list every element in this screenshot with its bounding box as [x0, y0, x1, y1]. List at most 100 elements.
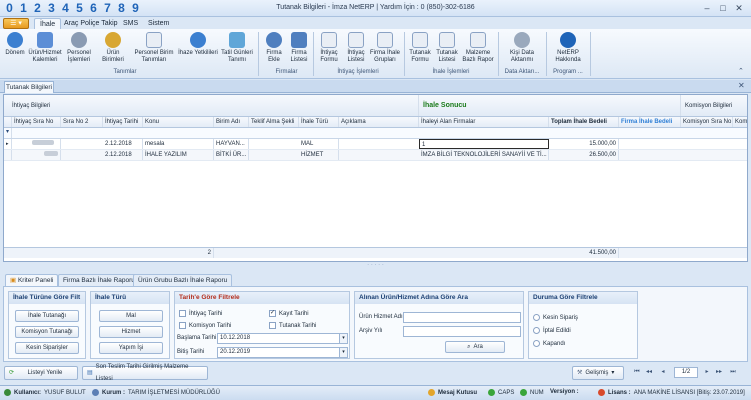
firm-add-icon: [266, 32, 282, 48]
ihtiyac-listesi-button[interactable]: İhtiyaç Listesi: [343, 32, 369, 64]
personel-islemleri-button[interactable]: Personel İşlemleri: [64, 32, 94, 64]
col-ihale-turu[interactable]: İhale Türü: [299, 117, 339, 127]
ara-button[interactable]: ⌕ Ara: [445, 341, 505, 353]
ihale-yetkilileri-button[interactable]: İhaze Yetkilileri: [178, 32, 218, 57]
close-icon[interactable]: ✕: [732, 2, 746, 14]
yapim-isi-button[interactable]: Yapım İşi: [99, 342, 163, 354]
tutanak-tarihi-checkbox[interactable]: Tutanak Tarihi: [269, 322, 316, 329]
minimize-icon[interactable]: –: [700, 2, 714, 14]
malzeme-rapor-button[interactable]: Malzeme Bazlı Rapor: [461, 32, 495, 64]
table-row[interactable]: 2.12.2018 İHALE YAZILIM BİTKİ ÜR... HİZM…: [4, 150, 747, 161]
dropdown-arrow-icon[interactable]: ▾: [339, 348, 347, 357]
listeyi-yenile-button[interactable]: ⟳ Listeyi Yenile: [4, 366, 78, 380]
tutanak-listesi-button[interactable]: Tutanak Listesi: [434, 32, 460, 64]
app-menu-button[interactable]: ☰ ▾: [3, 18, 29, 29]
iptal-edildi-radio[interactable]: İptal Edildi: [533, 327, 571, 334]
tatil-gunleri-button[interactable]: Tatil Günleri Tanımı: [220, 32, 254, 64]
tutanak-formu-button[interactable]: Tutanak Formu: [407, 32, 433, 64]
col-teklif-alma[interactable]: Teklif Alma Şekli: [249, 117, 299, 127]
komisyon-tarihi-checkbox[interactable]: Komisyon Tarihi: [179, 322, 231, 329]
hizmet-button[interactable]: Hizmet: [99, 326, 163, 338]
arsiv-yili-input[interactable]: [403, 326, 521, 337]
kesin-siparisler-button[interactable]: Kesin Siparişler: [15, 342, 79, 354]
dropdown-arrow-icon[interactable]: ▾: [339, 334, 347, 343]
first-page-icon[interactable]: ⏮: [632, 367, 642, 378]
radio-circle: [533, 327, 540, 334]
col-birim-adi[interactable]: Birim Adı: [214, 117, 249, 127]
col-ihtiyac-tarihi[interactable]: İhtiyaç Tarihi: [103, 117, 143, 127]
ribbon-collapse-icon[interactable]: ⌃: [738, 67, 744, 75]
grid-filter-row[interactable]: ▾: [4, 128, 747, 139]
tab-sistem[interactable]: Sistem: [143, 18, 174, 29]
prev-page-icon[interactable]: ◂: [658, 367, 668, 378]
filter-icon[interactable]: ▾: [4, 128, 12, 138]
mesaj-kutusu[interactable]: Mesaj Kutusu: [428, 389, 477, 396]
lisans: Lisans : ANA MAKİNE LİSANSI [Bitiş: 23.07…: [598, 389, 745, 396]
tab-urun-grubu[interactable]: Ürün Grubu Bazlı İhale Raporu: [133, 274, 233, 286]
col-firma-bedel[interactable]: Firma İhale Bedeli: [619, 117, 681, 127]
splitter-handle[interactable]: · · · · ·: [3, 262, 748, 269]
table-row[interactable]: ▸ 2.12.2018 mesala HAYVAN... MAL 1 15.00…: [4, 139, 747, 150]
kapandi-radio[interactable]: Kapandı: [533, 340, 565, 347]
durum-filter-box: Duruma Göre Filtrele Kesin Sipariş İptal…: [528, 291, 638, 359]
durum-filter-title: Duruma Göre Filtrele: [529, 292, 637, 304]
col-toplam-bedel[interactable]: Toplam İhale Bedeli: [549, 117, 619, 127]
cell-firma-editor[interactable]: 1: [419, 139, 549, 149]
tarih-filter-box: Tarih'e Göre Filtrele İhtiyaç Tarihi ✓ Ka…: [174, 291, 350, 359]
next-page-icon[interactable]: ▸: [702, 367, 712, 378]
ihale-tutanagi-button[interactable]: İhale Tutanağı: [15, 310, 79, 322]
col-komisyon-more[interactable]: Komi: [733, 117, 747, 127]
son-teslim-button[interactable]: ▤ Son Teslim Tarihi Girilmiş Malzeme List…: [82, 364, 208, 382]
kesin-siparis-radio[interactable]: Kesin Sipariş: [533, 314, 578, 321]
page-indicator[interactable]: 1/2: [674, 367, 698, 378]
close-document-icon[interactable]: ✕: [738, 81, 745, 90]
cell-date: 2.12.2018: [103, 150, 143, 160]
grid-footer-row: 2 41.500,00: [4, 247, 747, 258]
tab-firma-bazli[interactable]: Firma Bazlı İhale Raporu: [58, 274, 140, 286]
tab-sms[interactable]: SMS: [118, 18, 143, 29]
col-sira-no-2[interactable]: Sıra No 2: [61, 117, 103, 127]
col-aciklama[interactable]: Açıklama: [339, 117, 419, 127]
arsiv-yili-label: Arşiv Yılı: [359, 328, 383, 334]
firma-ekle-button[interactable]: Firma Ekle: [262, 32, 286, 64]
grid-header-row: İhtiyaç Sıra No Sıra No 2 İhtiyaç Tarihi…: [4, 117, 747, 128]
gelismis-button[interactable]: ⚒ Gelişmiş ▾: [572, 366, 624, 380]
col-komisyon-sira[interactable]: Komisyon Sıra No: [681, 117, 733, 127]
col-ihaleyi-alan[interactable]: İhaleyi Alan Firmalar: [419, 117, 549, 127]
urun-birimleri-button[interactable]: Ürün Birimleri: [96, 32, 130, 64]
kisi-data-button[interactable]: Kişi Data Aktarımı: [502, 32, 542, 64]
urun-search-box: Alınan Ürün/Hizmet Adına Göre Ara Ürün H…: [354, 291, 524, 359]
col-ihtiyac-sira-no[interactable]: İhtiyaç Sıra No: [12, 117, 61, 127]
tab-ihale[interactable]: İhale: [34, 18, 62, 29]
col-konu[interactable]: Konu: [143, 117, 214, 127]
user-value: YUSUF BULUT: [44, 389, 86, 396]
tutanak-formu-label: Tutanak Formu: [409, 50, 431, 63]
firma-ihale-gruplari-button[interactable]: Firma İhale Grupları: [370, 32, 400, 64]
baslama-tarihi-input[interactable]: 10.12.2018 ▾: [217, 333, 348, 344]
cell-tur: MAL: [299, 139, 339, 149]
urun-hizmet-adi-input[interactable]: [403, 312, 521, 323]
group-icon: [377, 32, 393, 48]
baslama-tarihi-label: Başlama Tarihi: [177, 335, 217, 341]
tab-arac-police[interactable]: Araç Poliçe Takip: [59, 18, 123, 29]
ihtiyac-formu-button[interactable]: İhtiyaç Formu: [316, 32, 342, 64]
firma-listesi-button[interactable]: Firma Listesi: [287, 32, 311, 64]
donem-button[interactable]: Dönem: [3, 32, 27, 57]
komisyon-tutanagi-button[interactable]: Komisyon Tutanağı: [15, 326, 79, 338]
kayit-tarihi-checkbox[interactable]: ✓ Kayıt Tarihi: [269, 310, 309, 317]
neterp-hakkinda-button[interactable]: NetERP Hakkında: [550, 32, 586, 64]
tab-tutanak-bilgileri[interactable]: Tutanak Bilgileri: [4, 81, 54, 93]
last-page-icon[interactable]: ⏭: [728, 367, 738, 378]
mal-button[interactable]: Mal: [99, 310, 163, 322]
ihtiyac-tarihi-checkbox[interactable]: İhtiyaç Tarihi: [179, 310, 222, 317]
urun-hizmet-button[interactable]: Ürün/Hizmet Kalemleri: [28, 32, 62, 64]
prev-page-fast-icon[interactable]: ◂◂: [644, 367, 654, 378]
bitis-tarihi-input[interactable]: 20.12.2019 ▾: [217, 347, 348, 358]
data-grid[interactable]: İhtiyaç Bilgileri İhale Sonucu Komisyon …: [3, 94, 748, 262]
personel-birim-button[interactable]: Personel Birim Tanımları: [132, 32, 176, 64]
tab-kriter-paneli[interactable]: ▣ Kriter Paneli: [5, 274, 59, 286]
criteria-panel: İhale Türüne Göre Filt İhale Tutanağı Ko…: [3, 286, 748, 362]
maximize-icon[interactable]: □: [716, 2, 730, 14]
versiyon: Versiyon :: [550, 389, 579, 395]
next-page-fast-icon[interactable]: ▸▸: [714, 367, 724, 378]
